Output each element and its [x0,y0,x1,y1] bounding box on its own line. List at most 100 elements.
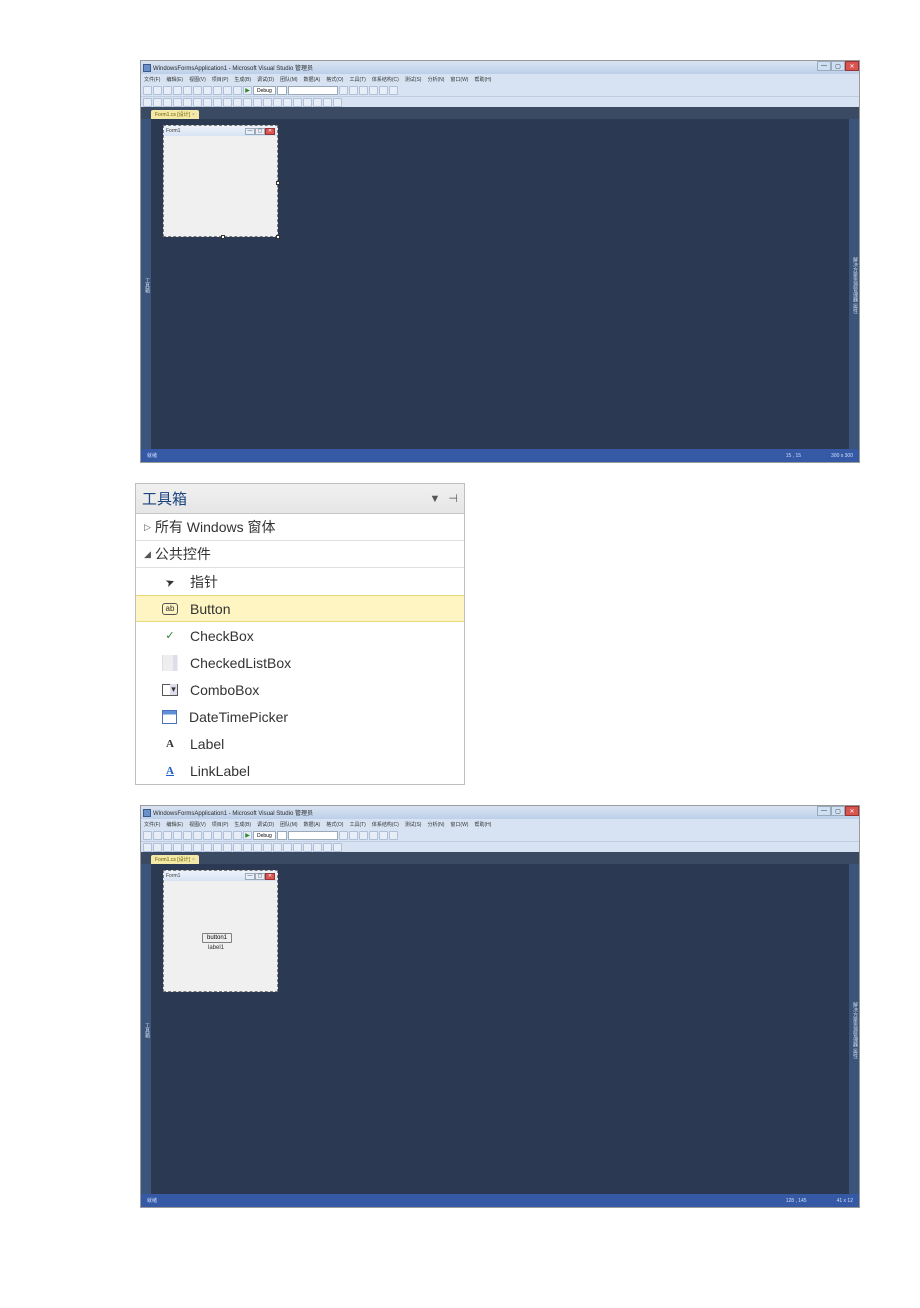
toolbar-btn[interactable] [313,98,322,107]
toolbar-btn[interactable] [293,98,302,107]
resize-handle[interactable] [276,181,280,185]
toolbar-btn[interactable] [163,843,172,852]
toolbar-btn[interactable] [379,831,388,840]
toolbar-btn[interactable] [143,831,152,840]
toolbar-btn[interactable] [173,843,182,852]
toolbar-btn[interactable] [233,843,242,852]
designer-canvas[interactable]: Form1 — ▢ ✕ button1 label1 [151,864,849,1194]
close-button[interactable]: ✕ [845,61,859,71]
toolbar-btn[interactable] [333,843,342,852]
menu-bar[interactable]: 文件(F) 编辑(E) 视图(V) 项目(P) 生成(B) 调试(D) 团队(M… [141,74,859,85]
platform-dropdown[interactable] [277,831,287,840]
toolbar-btn[interactable] [233,831,242,840]
toolbar-btn[interactable] [313,843,322,852]
toolbar-btn[interactable] [163,831,172,840]
toolbox-item-label[interactable]: A Label [136,730,464,757]
menu-data[interactable]: 数据(A) [303,821,322,828]
toolbar-btn[interactable] [379,86,388,95]
toolbar-btn[interactable] [203,843,212,852]
toolbox-item-combobox[interactable]: ComboBox [136,676,464,703]
form-client-area[interactable] [164,136,277,236]
toolbar-btn[interactable] [339,86,348,95]
menu-help[interactable]: 帮助(H) [473,76,492,83]
toolbar-btn[interactable] [253,98,262,107]
toolbar-btn[interactable] [323,843,332,852]
menu-view[interactable]: 视图(V) [188,76,207,83]
toolbar-btn[interactable] [303,98,312,107]
toolbar-btn[interactable] [183,86,192,95]
menu-debug[interactable]: 调试(D) [256,76,275,83]
form1-designer[interactable]: Form1 — ▢ ✕ [163,125,278,237]
menu-format[interactable]: 格式(O) [325,76,344,83]
menu-test[interactable]: 测试(S) [404,821,423,828]
toolbar-btn[interactable] [153,831,162,840]
menu-team[interactable]: 团队(M) [279,76,299,83]
toolbar-btn[interactable] [173,98,182,107]
close-icon[interactable]: × [192,857,195,863]
search-box[interactable] [288,831,338,840]
toolbar-btn[interactable] [213,831,222,840]
toolbar-btn[interactable] [153,98,162,107]
toolbar-btn[interactable] [273,843,282,852]
play-icon[interactable]: ▶ [243,831,252,840]
label1-control[interactable]: label1 [208,945,224,951]
toolbar-btn[interactable] [213,86,222,95]
toolbar-btn[interactable] [203,86,212,95]
toolbar-btn[interactable] [273,98,282,107]
left-sidebar-tabs[interactable]: 工具箱 [141,119,151,449]
platform-dropdown[interactable] [277,86,287,95]
toolbox-item-pointer[interactable]: ➤ 指针 [136,568,464,595]
toolbox-item-datetimepicker[interactable]: DateTimePicker [136,703,464,730]
menu-build[interactable]: 生成(B) [233,76,252,83]
toolbar-btn[interactable] [193,86,202,95]
minimize-button[interactable]: — [817,61,831,71]
toolbar-btn[interactable] [143,843,152,852]
menu-file[interactable]: 文件(F) [143,821,161,828]
title-bar[interactable]: WindowsFormsApplication1 - Microsoft Vis… [141,61,859,74]
menu-bar[interactable]: 文件(F) 编辑(E) 视图(V) 项目(P) 生成(B) 调试(D) 团队(M… [141,819,859,830]
toolbar-btn[interactable] [339,831,348,840]
toolbar-btn[interactable] [223,98,232,107]
toolbar-btn[interactable] [263,843,272,852]
maximize-button[interactable]: ▢ [831,61,845,71]
toolbar-btn[interactable] [333,98,342,107]
toolbar-btn[interactable] [193,843,202,852]
toolbar-btn[interactable] [153,843,162,852]
toolbar-btn[interactable] [163,86,172,95]
group-common-controls[interactable]: ◢ 公共控件 [136,541,464,568]
toolbar-btn[interactable] [303,843,312,852]
toolbar-btn[interactable] [253,843,262,852]
menu-project[interactable]: 项目(P) [211,821,230,828]
toolbar-btn[interactable] [143,86,152,95]
tab-form1-designer[interactable]: Form1.cs [设计] × [151,855,199,864]
toolbar-btn[interactable] [183,843,192,852]
toolbox-item-linklabel[interactable]: A LinkLabel [136,757,464,784]
toolbar-btn[interactable] [263,98,272,107]
designer-canvas[interactable]: Form1 — ▢ ✕ [151,119,849,449]
resize-handle[interactable] [221,235,225,239]
toolbar-btn[interactable] [193,831,202,840]
menu-analyze[interactable]: 分析(N) [426,76,445,83]
menu-file[interactable]: 文件(F) [143,76,161,83]
minimize-button[interactable]: — [817,806,831,816]
menu-edit[interactable]: 编辑(E) [165,821,184,828]
menu-edit[interactable]: 编辑(E) [165,76,184,83]
toolbar-btn[interactable] [283,843,292,852]
toolbar-btn[interactable] [213,843,222,852]
toolbar-btn[interactable] [369,86,378,95]
toolbar-btn[interactable] [233,86,242,95]
toolbar-btn[interactable] [293,843,302,852]
toolbar-btn[interactable] [153,86,162,95]
menu-arch[interactable]: 体系结构(C) [371,76,400,83]
menu-build[interactable]: 生成(B) [233,821,252,828]
toolbar-btn[interactable] [163,98,172,107]
close-icon[interactable]: × [192,112,195,118]
menu-project[interactable]: 项目(P) [211,76,230,83]
close-button[interactable]: ✕ [845,806,859,816]
menu-debug[interactable]: 调试(D) [256,821,275,828]
toolbar-btn[interactable] [203,98,212,107]
toolbar-btn[interactable] [173,86,182,95]
menu-data[interactable]: 数据(A) [303,76,322,83]
form1-designer[interactable]: Form1 — ▢ ✕ button1 label1 [163,870,278,992]
toolbar-btn[interactable] [203,831,212,840]
